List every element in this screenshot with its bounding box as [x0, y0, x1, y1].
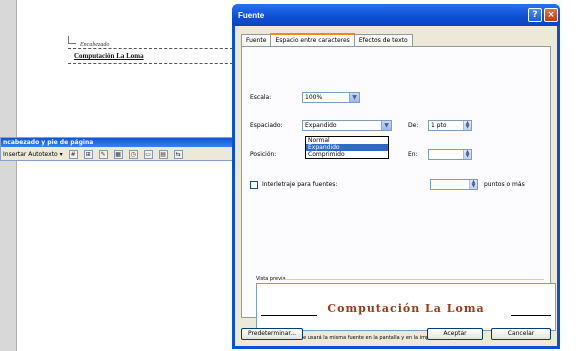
chevron-down-icon[interactable]: ▼	[381, 121, 391, 130]
option-expandido[interactable]: Expandido	[306, 144, 388, 151]
default-button[interactable]: Predeterminar...	[241, 328, 303, 340]
preview-text: Computación La Loma	[327, 302, 485, 315]
same-as-previous-icon[interactable]: ⇆	[173, 149, 183, 159]
header-boundary-top	[68, 48, 238, 49]
kerning-spinner[interactable]: ▲ ▼	[430, 179, 478, 190]
document-margin	[0, 0, 16, 351]
kerning-label: Interletraje para fuentes:	[262, 181, 338, 188]
header-text[interactable]: Computación La Loma	[74, 52, 144, 60]
baseline-right	[511, 315, 551, 316]
page-count-icon[interactable]: ⊞	[83, 149, 93, 159]
preview-divider	[282, 279, 544, 280]
format-page-number-icon[interactable]: ✎	[98, 149, 108, 159]
spin-arrows-icon[interactable]: ▲ ▼	[463, 150, 471, 159]
header-boundary-bottom	[68, 63, 238, 64]
tab-strip: Fuente Espacio entre caracteres Efectos …	[241, 33, 413, 46]
option-comprimido[interactable]: Comprimido	[306, 151, 388, 158]
scale-select[interactable]: 100% ▼	[302, 92, 360, 103]
ok-button[interactable]: Aceptar	[427, 328, 483, 340]
option-normal[interactable]: Normal	[306, 137, 388, 144]
tab-fuente[interactable]: Fuente	[241, 34, 272, 46]
baseline-left	[261, 315, 317, 316]
toolbar-title[interactable]: ncabezado y pie de página	[1, 138, 237, 147]
help-icon[interactable]: ?	[528, 8, 542, 22]
insert-autotext-button[interactable]: Insertar Autotexto ▾	[3, 151, 63, 158]
position-label: Posición:	[250, 151, 277, 158]
spacing-by-value: 1 pto	[431, 122, 447, 129]
page-setup-icon[interactable]: ▭	[143, 149, 153, 159]
preview-box: Computación La Loma	[256, 283, 556, 331]
spin-arrows-icon[interactable]: ▲ ▼	[463, 121, 471, 130]
header-label: Encabezado	[78, 42, 112, 48]
position-by-label: En:	[408, 151, 418, 158]
close-icon[interactable]: ×	[544, 8, 558, 22]
dialog-titlebar[interactable]: Fuente ? ×	[232, 4, 560, 26]
page-number-icon[interactable]: #	[68, 149, 78, 159]
scale-label: Escala:	[250, 94, 272, 101]
spacing-value: Expandido	[305, 122, 337, 129]
spacing-by-spinner[interactable]: 1 pto ▲ ▼	[428, 120, 472, 131]
dialog-body: Fuente Espacio entre caracteres Efectos …	[235, 26, 557, 346]
tab-text-effects[interactable]: Efectos de texto	[353, 34, 413, 46]
spacing-by-label: De:	[408, 122, 419, 129]
insert-date-icon[interactable]: ▦	[113, 149, 123, 159]
spacing-dropdown-list: Normal Expandido Comprimido	[305, 136, 389, 159]
header-footer-toolbar: ncabezado y pie de página Insertar Autot…	[0, 137, 238, 161]
spin-arrows-icon[interactable]: ▲ ▼	[469, 180, 477, 189]
chevron-down-icon[interactable]: ▼	[349, 93, 359, 102]
insert-time-icon[interactable]: ◷	[128, 149, 138, 159]
kerning-checkbox[interactable]	[250, 181, 258, 189]
cancel-button[interactable]: Cancelar	[491, 328, 551, 340]
position-by-spinner[interactable]: ▲ ▼	[428, 149, 472, 160]
margin-corner-mark	[68, 36, 76, 44]
tab-panel: Escala: 100% ▼ Espaciado: Expandido ▼ De…	[241, 46, 556, 341]
kerning-suffix: puntos o más	[484, 181, 525, 188]
scale-value: 100%	[305, 94, 323, 101]
show-hide-text-icon[interactable]: ▤	[158, 149, 168, 159]
spacing-select[interactable]: Expandido ▼	[302, 120, 392, 131]
dialog-title: Fuente	[238, 10, 265, 20]
spacing-label: Espaciado:	[250, 122, 283, 129]
font-dialog: Fuente ? × Fuente Espacio entre caracter…	[232, 4, 560, 349]
tab-character-spacing[interactable]: Espacio entre caracteres	[270, 33, 355, 46]
